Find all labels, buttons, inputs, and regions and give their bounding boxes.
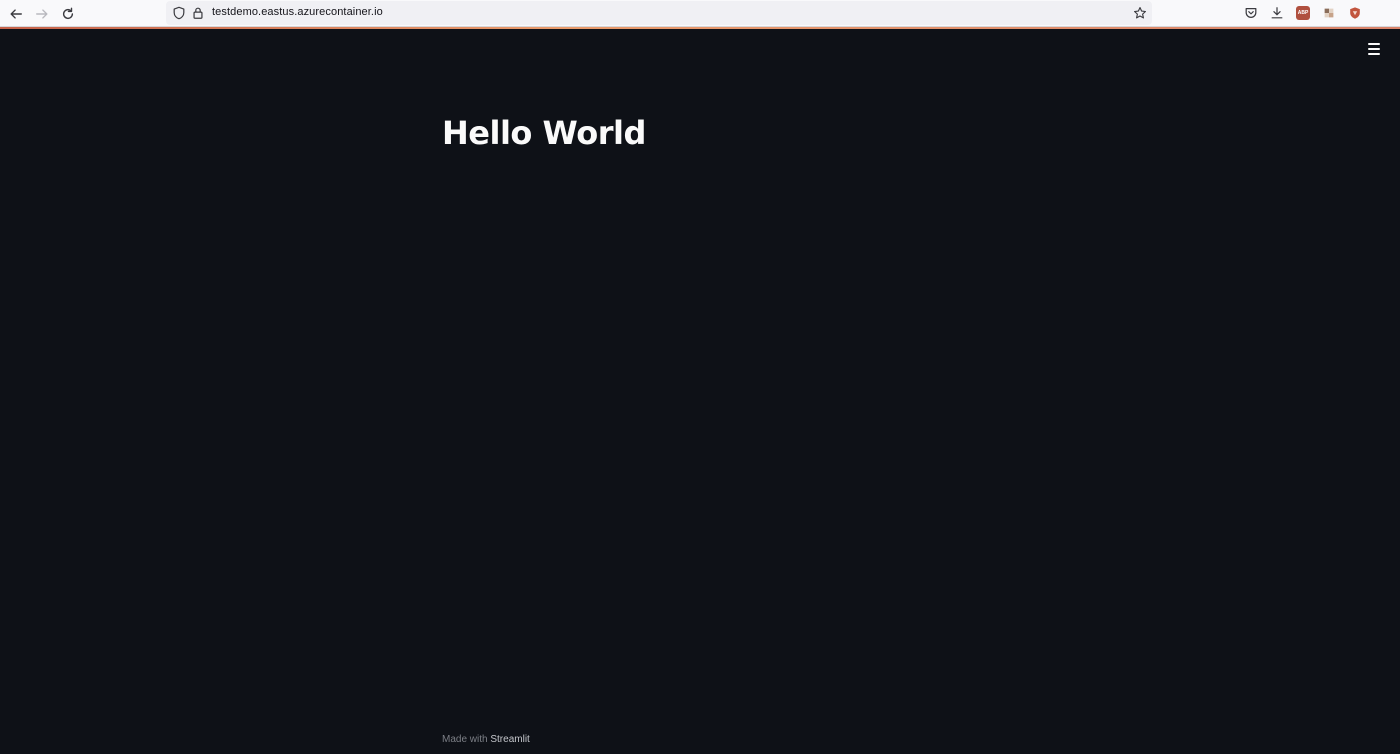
reload-button[interactable] xyxy=(58,4,78,24)
downloads-button[interactable] xyxy=(1269,5,1285,21)
footer: Made with Streamlit xyxy=(442,734,530,745)
forward-button[interactable] xyxy=(32,4,52,24)
reload-icon xyxy=(62,7,74,20)
page-title: Hello World xyxy=(442,114,646,152)
footer-prefix: Made with xyxy=(442,734,491,745)
tracking-shield-icon[interactable] xyxy=(172,6,186,20)
back-arrow-icon xyxy=(10,9,22,19)
adblock-button[interactable]: ABP xyxy=(1295,5,1311,21)
streamlit-link[interactable]: Streamlit xyxy=(490,734,529,745)
star-icon[interactable] xyxy=(1133,6,1147,20)
lion-shield-icon xyxy=(1350,7,1360,19)
brave-shield-button[interactable] xyxy=(1347,5,1363,21)
url-bar[interactable]: testdemo.eastus.azurecontainer.io xyxy=(166,1,1152,25)
pocket-button[interactable] xyxy=(1243,5,1259,21)
extension-button[interactable] xyxy=(1321,5,1337,21)
forward-arrow-icon xyxy=(36,9,48,19)
url-text[interactable]: testdemo.eastus.azurecontainer.io xyxy=(212,6,383,18)
browser-toolbar: testdemo.eastus.azurecontainer.io ABP xyxy=(0,0,1400,27)
abp-icon: ABP xyxy=(1296,6,1310,20)
extension-icon xyxy=(1324,8,1334,18)
download-icon xyxy=(1271,7,1283,19)
pocket-icon xyxy=(1245,8,1257,18)
hamburger-menu-icon[interactable] xyxy=(1364,40,1384,58)
page-load-progress xyxy=(0,27,1400,29)
lock-icon[interactable] xyxy=(191,6,205,20)
back-button[interactable] xyxy=(6,4,26,24)
